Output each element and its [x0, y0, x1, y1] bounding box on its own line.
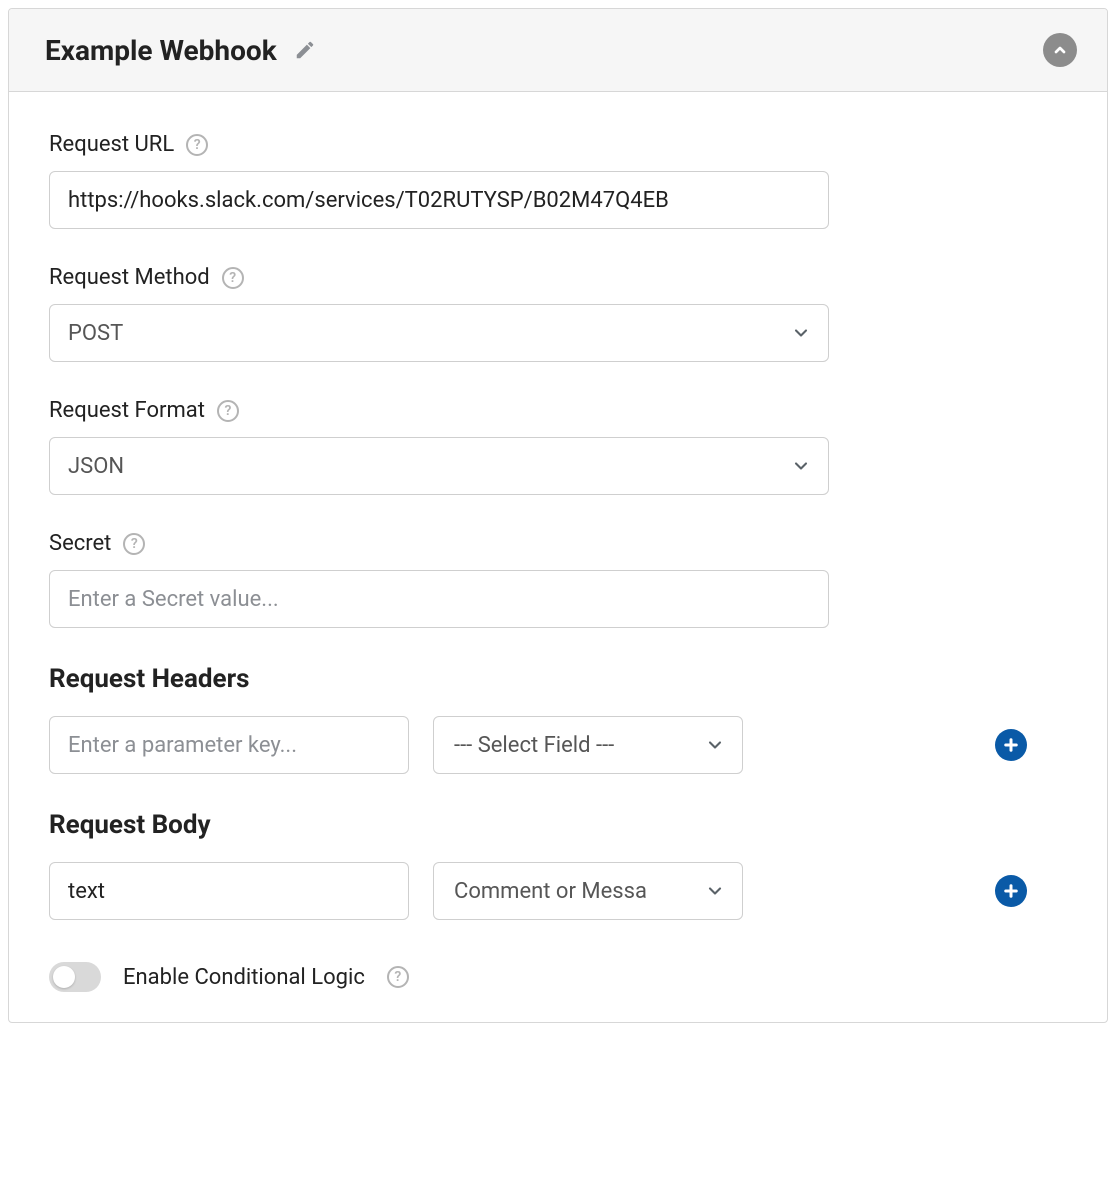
edit-icon[interactable] — [293, 38, 317, 62]
body-field-select[interactable]: Comment or Messa — [433, 862, 743, 920]
conditional-logic-toggle[interactable] — [49, 962, 101, 992]
toggle-knob — [53, 966, 75, 988]
request-method-label-row: Request Method ? — [49, 265, 1067, 290]
field-secret: Secret ? — [49, 531, 1067, 628]
collapse-button[interactable] — [1043, 33, 1077, 67]
request-format-select[interactable]: JSON — [49, 437, 829, 495]
panel-title: Example Webhook — [45, 34, 277, 67]
add-body-button[interactable] — [995, 875, 1027, 907]
help-icon[interactable]: ? — [123, 533, 145, 555]
request-method-label: Request Method — [49, 265, 210, 290]
section-request-headers: Request Headers --- Select Field --- — [49, 664, 1067, 774]
field-request-url: Request URL ? — [49, 132, 1067, 229]
field-request-method: Request Method ? POST — [49, 265, 1067, 362]
plus-icon — [1002, 882, 1020, 900]
header-row: --- Select Field --- — [49, 716, 1067, 774]
secret-input[interactable] — [49, 570, 829, 628]
request-body-heading: Request Body — [49, 810, 1067, 840]
header-field-value: --- Select Field --- — [433, 716, 743, 774]
header-field-select[interactable]: --- Select Field --- — [433, 716, 743, 774]
panel-header-left: Example Webhook — [45, 34, 317, 67]
conditional-logic-label: Enable Conditional Logic — [123, 965, 365, 990]
help-icon[interactable]: ? — [222, 267, 244, 289]
request-format-value: JSON — [49, 437, 829, 495]
chevron-up-icon — [1052, 42, 1068, 58]
section-request-body: Request Body Comment or Messa — [49, 810, 1067, 920]
secret-label: Secret — [49, 531, 111, 556]
add-header-button[interactable] — [995, 729, 1027, 761]
panel-header: Example Webhook — [9, 9, 1107, 92]
header-key-input[interactable] — [49, 716, 409, 774]
secret-label-row: Secret ? — [49, 531, 1067, 556]
request-method-select[interactable]: POST — [49, 304, 829, 362]
panel-body: Request URL ? Request Method ? POST Requ… — [9, 92, 1107, 1022]
request-format-label-row: Request Format ? — [49, 398, 1067, 423]
request-method-value: POST — [49, 304, 829, 362]
body-row: Comment or Messa — [49, 862, 1067, 920]
body-key-input[interactable] — [49, 862, 409, 920]
help-icon[interactable]: ? — [387, 966, 409, 988]
body-field-value: Comment or Messa — [433, 862, 743, 920]
conditional-logic-row: Enable Conditional Logic ? — [49, 956, 1067, 992]
help-icon[interactable]: ? — [217, 400, 239, 422]
request-url-input[interactable] — [49, 171, 829, 229]
request-url-label-row: Request URL ? — [49, 132, 1067, 157]
request-url-label: Request URL — [49, 132, 174, 157]
webhook-panel: Example Webhook Request URL ? Req — [8, 8, 1108, 1023]
request-headers-heading: Request Headers — [49, 664, 1067, 694]
field-request-format: Request Format ? JSON — [49, 398, 1067, 495]
help-icon[interactable]: ? — [186, 134, 208, 156]
request-format-label: Request Format — [49, 398, 205, 423]
plus-icon — [1002, 736, 1020, 754]
